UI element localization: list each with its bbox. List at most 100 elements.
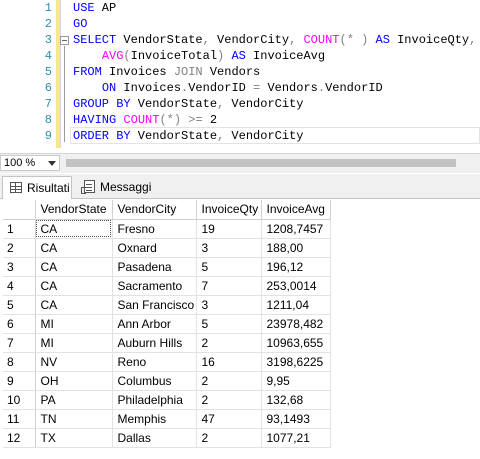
cell-invoiceqty[interactable]: 2 bbox=[196, 371, 262, 391]
row-number[interactable]: 1 bbox=[3, 219, 36, 239]
row-number[interactable]: 8 bbox=[3, 352, 36, 372]
cell-invoiceqty[interactable]: 2 bbox=[196, 390, 262, 410]
table-row[interactable]: 9 OH Columbus 2 9,95 bbox=[3, 371, 331, 391]
cell-vendorstate[interactable]: CA bbox=[35, 219, 113, 239]
cell-invoiceavg[interactable]: 196,12 bbox=[261, 257, 331, 277]
cell-vendorstate[interactable]: CA bbox=[35, 295, 113, 315]
code-token: VendorCity bbox=[224, 129, 304, 143]
cell-invoiceavg[interactable]: 3198,6225 bbox=[261, 352, 331, 372]
cell-vendorstate[interactable]: MI bbox=[35, 333, 113, 353]
table-row[interactable]: 12 TX Dallas 2 1077,21 bbox=[3, 428, 331, 448]
code-token: , bbox=[469, 33, 477, 47]
cell-invoiceqty[interactable]: 3 bbox=[196, 295, 262, 315]
cell-invoiceavg[interactable]: 9,95 bbox=[261, 371, 331, 391]
cell-invoiceqty[interactable]: 2 bbox=[196, 333, 262, 353]
cell-vendorcity[interactable]: Ann Arbor bbox=[112, 314, 197, 334]
code-line[interactable]: ON Invoices.VendorID = Vendors.VendorID bbox=[73, 80, 476, 96]
table-row[interactable]: 5 CA San Francisco 3 1211,04 bbox=[3, 295, 331, 315]
table-row[interactable]: 11 TN Memphis 47 93,1493 bbox=[3, 409, 331, 429]
horizontal-scrollbar[interactable] bbox=[64, 156, 480, 170]
cell-vendorcity[interactable]: Auburn Hills bbox=[112, 333, 197, 353]
table-row[interactable]: 10 PA Philadelphia 2 132,68 bbox=[3, 390, 331, 410]
cell-invoiceavg[interactable]: 23978,482 bbox=[261, 314, 331, 334]
cell-invoiceavg[interactable]: 93,1493 bbox=[261, 409, 331, 429]
code-line[interactable]: HAVING COUNT(*) >= 2 bbox=[73, 112, 476, 128]
cell-vendorstate[interactable]: TN bbox=[35, 409, 113, 429]
code-line[interactable]: GROUP BY VendorState, VendorCity bbox=[73, 96, 476, 112]
table-row[interactable]: 3 CA Pasadena 5 196,12 bbox=[3, 257, 331, 277]
cell-invoiceavg[interactable]: 188,00 bbox=[261, 238, 331, 258]
cell-invoiceavg[interactable]: 132,68 bbox=[261, 390, 331, 410]
cell-vendorcity[interactable]: Dallas bbox=[112, 428, 197, 448]
table-row[interactable]: 4 CA Sacramento 7 253,0014 bbox=[3, 276, 331, 296]
cell-vendorcity[interactable]: Oxnard bbox=[112, 238, 197, 258]
row-number[interactable]: 7 bbox=[3, 333, 36, 353]
table-row[interactable]: 1 CA Fresno 19 1208,7457 bbox=[3, 219, 331, 239]
code-line[interactable]: USE AP bbox=[73, 0, 476, 16]
cell-vendorcity[interactable]: Pasadena bbox=[112, 257, 197, 277]
cell-vendorcity[interactable]: San Francisco bbox=[112, 295, 197, 315]
cell-invoiceqty[interactable]: 5 bbox=[196, 257, 262, 277]
row-number[interactable]: 6 bbox=[3, 314, 36, 334]
code-line[interactable]: AVG(InvoiceTotal) AS InvoiceAvg bbox=[73, 48, 476, 64]
cell-vendorstate[interactable]: TX bbox=[35, 428, 113, 448]
cell-vendorcity[interactable]: Columbus bbox=[112, 371, 197, 391]
row-number[interactable]: 10 bbox=[3, 390, 36, 410]
row-number[interactable]: 5 bbox=[3, 295, 36, 315]
cell-vendorstate[interactable]: CA bbox=[35, 238, 113, 258]
cell-vendorcity[interactable]: Fresno bbox=[112, 219, 197, 239]
cell-invoiceqty[interactable]: 7 bbox=[196, 276, 262, 296]
cell-vendorstate[interactable]: NV bbox=[35, 352, 113, 372]
code-line[interactable]: SELECT VendorState, VendorCity, COUNT(* … bbox=[73, 32, 476, 48]
cell-invoiceavg[interactable]: 10963,655 bbox=[261, 333, 331, 353]
code-line[interactable]: FROM Invoices JOIN Vendors bbox=[73, 64, 476, 80]
cell-invoiceavg[interactable]: 1208,7457 bbox=[261, 219, 331, 239]
column-header-vendorcity[interactable]: VendorCity bbox=[112, 200, 197, 220]
cell-vendorcity[interactable]: Reno bbox=[112, 352, 197, 372]
cell-vendorcity[interactable]: Philadelphia bbox=[112, 390, 197, 410]
results-grid[interactable]: VendorState VendorCity InvoiceQty Invoic… bbox=[0, 200, 480, 459]
cell-vendorstate[interactable]: CA bbox=[35, 257, 113, 277]
cell-invoiceqty[interactable]: 3 bbox=[196, 238, 262, 258]
cell-vendorcity[interactable]: Sacramento bbox=[112, 276, 197, 296]
sql-editor[interactable]: 123456789 USE AP GO SELECT VendorState, Ve… bbox=[0, 0, 480, 148]
code-token: . bbox=[317, 81, 326, 95]
cell-invoiceqty[interactable]: 19 bbox=[196, 219, 262, 239]
row-number[interactable]: 4 bbox=[3, 276, 36, 296]
cell-invoiceavg[interactable]: 1211,04 bbox=[261, 295, 331, 315]
cell-invoiceqty[interactable]: 2 bbox=[196, 428, 262, 448]
code-area[interactable]: USE AP GO SELECT VendorState, VendorCity, … bbox=[73, 0, 476, 144]
cell-invoiceavg[interactable]: 253,0014 bbox=[261, 276, 331, 296]
row-number[interactable]: 12 bbox=[3, 428, 36, 448]
cell-vendorstate[interactable]: MI bbox=[35, 314, 113, 334]
code-line[interactable]: ORDER BY VendorState, VendorCity bbox=[73, 128, 476, 144]
table-row[interactable]: 6 MI Ann Arbor 5 23978,482 bbox=[3, 314, 331, 334]
table-row[interactable]: 8 NV Reno 16 3198,6225 bbox=[3, 352, 331, 372]
code-line[interactable]: GO bbox=[73, 16, 476, 32]
tab-messages[interactable]: Messaggi bbox=[78, 176, 168, 198]
row-number[interactable]: 11 bbox=[3, 409, 36, 429]
tab-results[interactable]: Risultati bbox=[2, 176, 72, 199]
cell-invoiceqty[interactable]: 5 bbox=[196, 314, 262, 334]
cell-invoiceqty[interactable]: 16 bbox=[196, 352, 262, 372]
scrollbar-thumb[interactable] bbox=[66, 159, 456, 167]
cell-vendorstate[interactable]: OH bbox=[35, 371, 113, 391]
cell-vendorstate[interactable]: CA bbox=[35, 276, 113, 296]
cell-vendorstate[interactable]: PA bbox=[35, 390, 113, 410]
zoom-dropdown[interactable]: 100 % bbox=[0, 155, 60, 171]
table-row[interactable]: 7 MI Auburn Hills 2 10963,655 bbox=[3, 333, 331, 353]
column-header-invoiceqty[interactable]: InvoiceQty bbox=[196, 200, 262, 220]
cell-vendorcity[interactable]: Memphis bbox=[112, 409, 197, 429]
code-token: VendorState bbox=[130, 129, 218, 143]
column-header-invoiceavg[interactable]: InvoiceAvg bbox=[261, 200, 331, 220]
row-number[interactable]: 3 bbox=[3, 257, 36, 277]
row-number[interactable]: 9 bbox=[3, 371, 36, 391]
row-number-header[interactable] bbox=[3, 200, 36, 220]
cell-invoiceqty[interactable]: 47 bbox=[196, 409, 262, 429]
column-header-vendorstate[interactable]: VendorState bbox=[35, 200, 113, 220]
results-table: VendorState VendorCity InvoiceQty Invoic… bbox=[3, 200, 331, 448]
cell-invoiceavg[interactable]: 1077,21 bbox=[261, 428, 331, 448]
row-number[interactable]: 2 bbox=[3, 238, 36, 258]
table-row[interactable]: 2 CA Oxnard 3 188,00 bbox=[3, 238, 331, 258]
collapse-icon[interactable] bbox=[60, 36, 69, 45]
